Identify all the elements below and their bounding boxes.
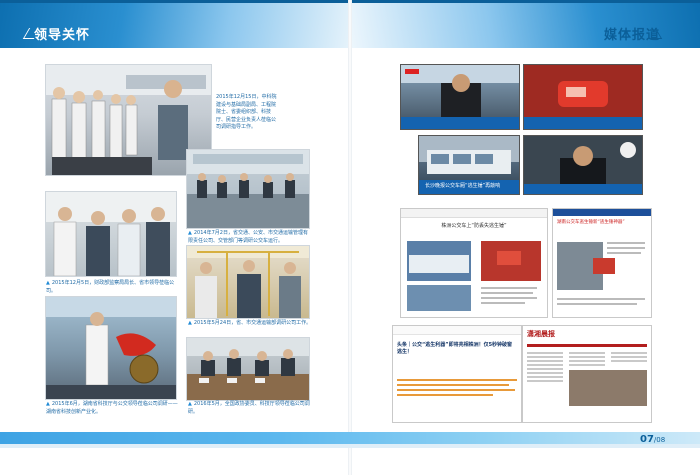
tv-screenshot-3: 长沙晚报公交车厢“逃生锤”再敲响 [418, 135, 520, 195]
section-title-left: 领导关怀 [34, 28, 91, 43]
caption-text: 2015年6月，湖南省科技厅与公交领导莅临公司调研——湖南省科技创新产业化。 [46, 401, 178, 415]
web-article-headline: 头条｜公交“逃生利器”即将亮相株洲！仅5秒钟破窗逃生！ [397, 342, 513, 355]
page-number-next: /08 [653, 436, 666, 444]
caption-text: 2015年12月15日，中科院建设与基础局副局、工程院院士、省委组织部、科技厅、… [216, 94, 277, 130]
photo-scene [46, 192, 176, 276]
caption-text: 2015年5月24日，省、市交通运输部调研公司工作。 [193, 320, 312, 326]
page-number-current: 07 [640, 434, 654, 445]
header-stripe [350, 0, 700, 3]
caption-text: 2015年12月5日，财政部监察局局长、省市领导莅临公司。 [46, 280, 175, 294]
web-article-2: 湖南公交车逃生锤新“逃生锤神器” [552, 208, 652, 318]
web-article-3: 头条｜公交“逃生利器”即将亮相株洲！仅5秒钟破窗逃生！ [392, 325, 522, 423]
web-article-title: 株洲公交车上“防丢失逃生锤” [441, 223, 507, 229]
photo-scene [187, 246, 309, 318]
triangle-bullet-icon: ▲ [188, 401, 192, 407]
web-article-body [397, 379, 517, 396]
page-spine [348, 0, 352, 475]
caption-6: ▲ 2016年5月，全国政协委员、科技厅领导莅临公司调研。 [188, 401, 312, 416]
footer-band [0, 432, 700, 444]
header-stripe [0, 0, 350, 3]
caption-4: ▲ 2015年5月24日，省、市交通运输部调研公司工作。 [188, 320, 312, 328]
tv-scene [401, 65, 519, 129]
tv-screenshot-4 [523, 135, 643, 195]
triangle-bullet-icon: ▲ [188, 320, 192, 326]
tv-bottom-caption: 长沙晚报公交车厢“逃生锤”再敲响 [425, 183, 501, 189]
tv-screenshot-1 [400, 64, 520, 130]
photo-bus-interior [186, 245, 310, 319]
photo-conference [186, 337, 310, 401]
newspaper-body [527, 344, 647, 406]
web-article-1: 株洲公交车上“防丢失逃生锤” [400, 208, 548, 318]
web-article-title: 湖南公交车逃生锤新“逃生锤神器” [557, 220, 625, 225]
photo-scene [46, 297, 176, 399]
photo-ceremony [45, 296, 177, 400]
web-article-images [557, 242, 645, 305]
caption-2: ▲ 2014年7月2日，省交通、公安、市交通运输管理有限责任公司、交管部门等调研公… [188, 230, 312, 245]
caption-5: ▲ 2015年6月，湖南省科技厅与公交领导莅临公司调研——湖南省科技创新产业化。 [46, 401, 178, 416]
caption-1: 2015年12月15日，中科院建设与基础局副局、工程院院士、省委组织部、科技厅、… [216, 94, 278, 132]
footer-strip [0, 444, 700, 448]
page-number: 07/08 [640, 434, 665, 445]
triangle-bullet-icon: ▲ [46, 280, 50, 286]
triangle-bullet-icon: ▲ [188, 230, 192, 236]
tv-scene [524, 136, 642, 194]
photo-discussion [45, 191, 177, 277]
newspaper-name: 潇湘晨报 [527, 330, 555, 338]
caption-text: 2014年7月2日，省交通、公安、市交通运输管理有限责任公司、交管部门等调研公交… [188, 230, 308, 244]
photo-scene [187, 338, 309, 400]
tv-screenshot-2 [523, 64, 643, 130]
newspaper-clipping: 潇湘晨报 [522, 325, 652, 423]
photo-scene [187, 150, 309, 228]
web-article-images [407, 241, 541, 311]
caption-text: 2016年5月，全国政协委员、科技厅领导莅临公司调研。 [188, 401, 310, 415]
tv-scene [524, 65, 642, 129]
photo-meeting-room [186, 149, 310, 229]
triangle-bullet-icon: ▲ [46, 401, 50, 407]
caption-3: ▲ 2015年12月5日，财政部监察局局长、省市领导莅临公司。 [46, 280, 176, 295]
